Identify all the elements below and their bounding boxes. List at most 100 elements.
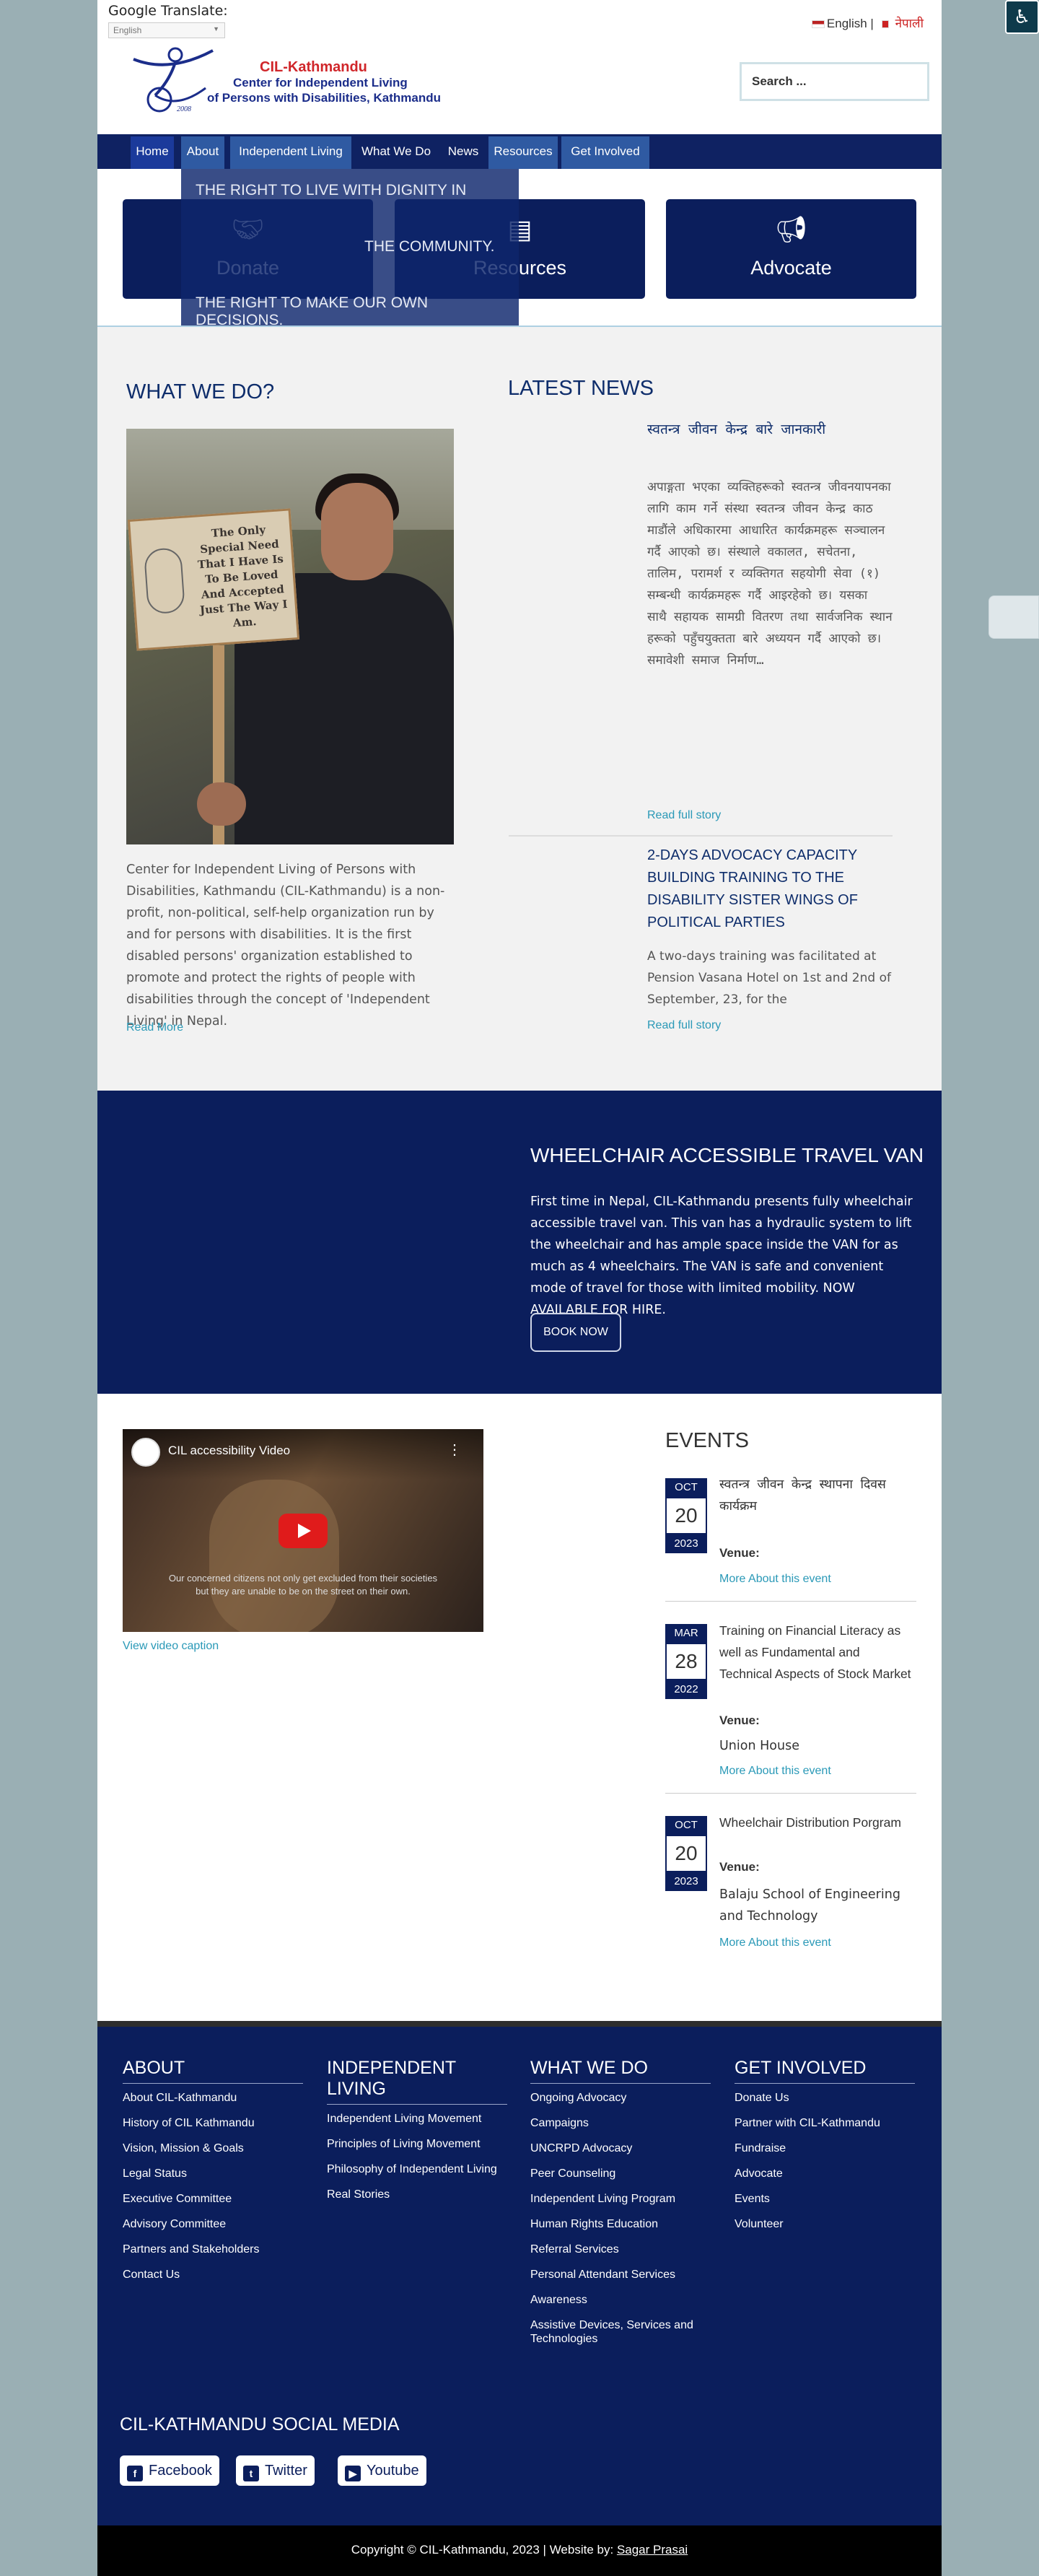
nav-about[interactable]: About <box>181 136 224 169</box>
search-input[interactable]: Search ... <box>740 62 929 101</box>
play-icon[interactable] <box>279 1514 328 1548</box>
van-title: WHEELCHAIR ACCESSIBLE TRAVEL VAN <box>530 1144 924 1166</box>
channel-logo[interactable] <box>131 1438 160 1467</box>
footer-link[interactable]: Advocate <box>735 2167 915 2180</box>
main-nav: Home About Independent Living What We Do… <box>97 134 942 169</box>
footer-link[interactable]: Fundraise <box>735 2141 915 2155</box>
credit-link[interactable]: Sagar Prasai <box>617 2543 688 2557</box>
advocate-card[interactable]: 📢︎ Advocate <box>666 199 916 299</box>
dropdown-line-2[interactable]: THE COMMUNITY. <box>364 238 494 256</box>
copyright-text: Copyright © CIL-Kathmandu, 2023 | Websit… <box>351 2543 614 2557</box>
events-heading: EVENTS <box>665 1429 750 1452</box>
nav-get-involved[interactable]: Get Involved <box>561 136 649 169</box>
footer-link[interactable]: Real Stories <box>327 2188 507 2201</box>
youtube-icon: ▶ <box>345 2466 361 2481</box>
footer-link[interactable]: Vision, Mission & Goals <box>123 2141 303 2155</box>
footer-link[interactable]: UNCRPD Advocacy <box>530 2141 711 2155</box>
view-video-caption-link[interactable]: View video caption <box>123 1640 219 1653</box>
more-about-event-link[interactable]: More About this event <box>719 1937 831 1950</box>
event-day: 28 <box>665 1643 707 1680</box>
us-flag-icon <box>811 20 825 29</box>
nav-news[interactable]: News <box>442 136 484 169</box>
footer-link[interactable]: Independent Living Movement <box>327 2112 507 2126</box>
event-year: 2022 <box>665 1680 707 1699</box>
youtube-button[interactable]: ▶ Youtube <box>338 2455 426 2486</box>
latest-news-heading: LATEST NEWS <box>508 377 654 400</box>
footer-link[interactable]: Donate Us <box>735 2091 915 2105</box>
lang-english-link[interactable]: English | <box>827 17 874 30</box>
advocate-card-label: Advocate <box>750 257 832 279</box>
sign-text: The Only Special Need That I Have Is To … <box>197 523 289 630</box>
footer-link[interactable]: Campaigns <box>530 2116 711 2130</box>
dropdown-line-1[interactable]: THE RIGHT TO LIVE WITH DIGNITY IN <box>196 182 466 199</box>
footer-link[interactable]: Awareness <box>530 2293 711 2307</box>
footer-link[interactable]: Executive Committee <box>123 2192 303 2206</box>
nav-what-we-do[interactable]: What We Do <box>356 136 436 169</box>
footer-link[interactable]: Partner with CIL-Kathmandu <box>735 2116 915 2130</box>
footer-link[interactable]: Personal Attendant Services <box>530 2268 711 2282</box>
event-month: OCT <box>665 1478 707 1497</box>
footer-link[interactable]: Advisory Committee <box>123 2217 303 2231</box>
event-year: 2023 <box>665 1534 707 1553</box>
footer-link[interactable]: Philosophy of Independent Living <box>327 2162 507 2176</box>
footer-link[interactable]: Partners and Stakeholders <box>123 2243 303 2256</box>
event-day: 20 <box>665 1497 707 1534</box>
video-player[interactable]: CIL accessibility Video ⋮ Our concerned … <box>123 1429 483 1632</box>
event-title[interactable]: Training on Financial Literacy as well a… <box>719 1620 916 1685</box>
footer-link[interactable]: Contact Us <box>123 2268 303 2282</box>
what-we-do-heading: WHAT WE DO? <box>126 380 275 403</box>
nav-about-label: About <box>186 144 219 158</box>
nepal-flag-icon <box>881 20 889 29</box>
footer-link[interactable]: Legal Status <box>123 2167 303 2180</box>
footer-heading: INDEPENDENT LIVING <box>327 2058 507 2105</box>
nav-resources[interactable]: Resources <box>488 136 558 169</box>
footer-link[interactable]: About CIL-Kathmandu <box>123 2091 303 2105</box>
twitter-label: Twitter <box>265 2463 307 2479</box>
book-now-button[interactable]: BOOK NOW <box>530 1313 621 1352</box>
nav-what-we-do-label: What We Do <box>361 144 431 158</box>
wheelchair-sketch-icon <box>143 547 186 615</box>
read-full-story-link[interactable]: Read full story <box>647 1019 721 1032</box>
footer-link[interactable]: Ongoing Advocacy <box>530 2091 711 2105</box>
event-title[interactable]: Wheelchair Distribution Porgram <box>719 1812 916 1833</box>
footer-border <box>97 2021 942 2027</box>
news-title[interactable]: स्वतन्त्र जीवन केन्द्र बारे जानकारी <box>647 419 893 440</box>
twitter-button[interactable]: t Twitter <box>236 2455 315 2486</box>
nav-home[interactable]: Home <box>131 136 174 169</box>
logo-year: 2008 <box>177 105 191 113</box>
nav-independent-living[interactable]: Independent Living <box>230 136 351 169</box>
footer-link[interactable]: Events <box>735 2192 915 2206</box>
more-about-event-link[interactable]: More About this event <box>719 1573 831 1586</box>
video-title[interactable]: CIL accessibility Video <box>168 1444 290 1458</box>
read-full-story-link[interactable]: Read full story <box>647 809 721 822</box>
footer-link[interactable]: History of CIL Kathmandu <box>123 2116 303 2130</box>
more-about-event-link[interactable]: More About this event <box>719 1765 831 1778</box>
event-title[interactable]: स्वतन्त्र जीवन केन्द्र स्थापना दिवस कार्… <box>719 1474 916 1517</box>
footer-link[interactable]: Principles of Living Movement <box>327 2137 507 2151</box>
news-title[interactable]: 2-DAYS ADVOCACY CAPACITY BUILDING TRAINI… <box>647 844 878 934</box>
logo-title: CIL-Kathmandu <box>260 59 367 75</box>
footer-link[interactable]: Assistive Devices, Services and Technolo… <box>530 2318 711 2346</box>
footer-link[interactable]: Peer Counseling <box>530 2167 711 2180</box>
lang-nepali-link[interactable]: नेपाली <box>895 17 924 30</box>
event-day: 20 <box>665 1835 707 1872</box>
event-divider <box>665 1793 916 1794</box>
accessibility-icon[interactable]: ♿︎ <box>1005 0 1039 34</box>
copyright-bar: Copyright © CIL-Kathmandu, 2023 | Websit… <box>97 2525 942 2576</box>
side-toolbar-tab[interactable] <box>988 595 1039 639</box>
more-options-icon[interactable]: ⋮ <box>447 1441 462 1459</box>
read-more-link[interactable]: Read More <box>126 1021 183 1034</box>
nav-independent-living-label: Independent Living <box>239 144 343 158</box>
footer-link[interactable]: Independent Living Program <box>530 2192 711 2206</box>
footer-link[interactable]: Human Rights Education <box>530 2217 711 2231</box>
footer-link[interactable]: Volunteer <box>735 2217 915 2231</box>
about-text: Center for Independent Living of Persons… <box>126 863 445 1029</box>
event-year: 2023 <box>665 1872 707 1891</box>
language-select[interactable]: English ▼ <box>108 22 225 38</box>
dropdown-line-3[interactable]: THE RIGHT TO MAKE OUR OWN DECISIONS. <box>196 294 519 329</box>
video-subtitle: Our concerned citizens not only get excl… <box>168 1573 438 1597</box>
facebook-button[interactable]: f Facebook <box>120 2455 219 2486</box>
footer-heading: ABOUT <box>123 2058 303 2084</box>
event-venue: Union House <box>719 1739 799 1753</box>
footer-link[interactable]: Referral Services <box>530 2243 711 2256</box>
